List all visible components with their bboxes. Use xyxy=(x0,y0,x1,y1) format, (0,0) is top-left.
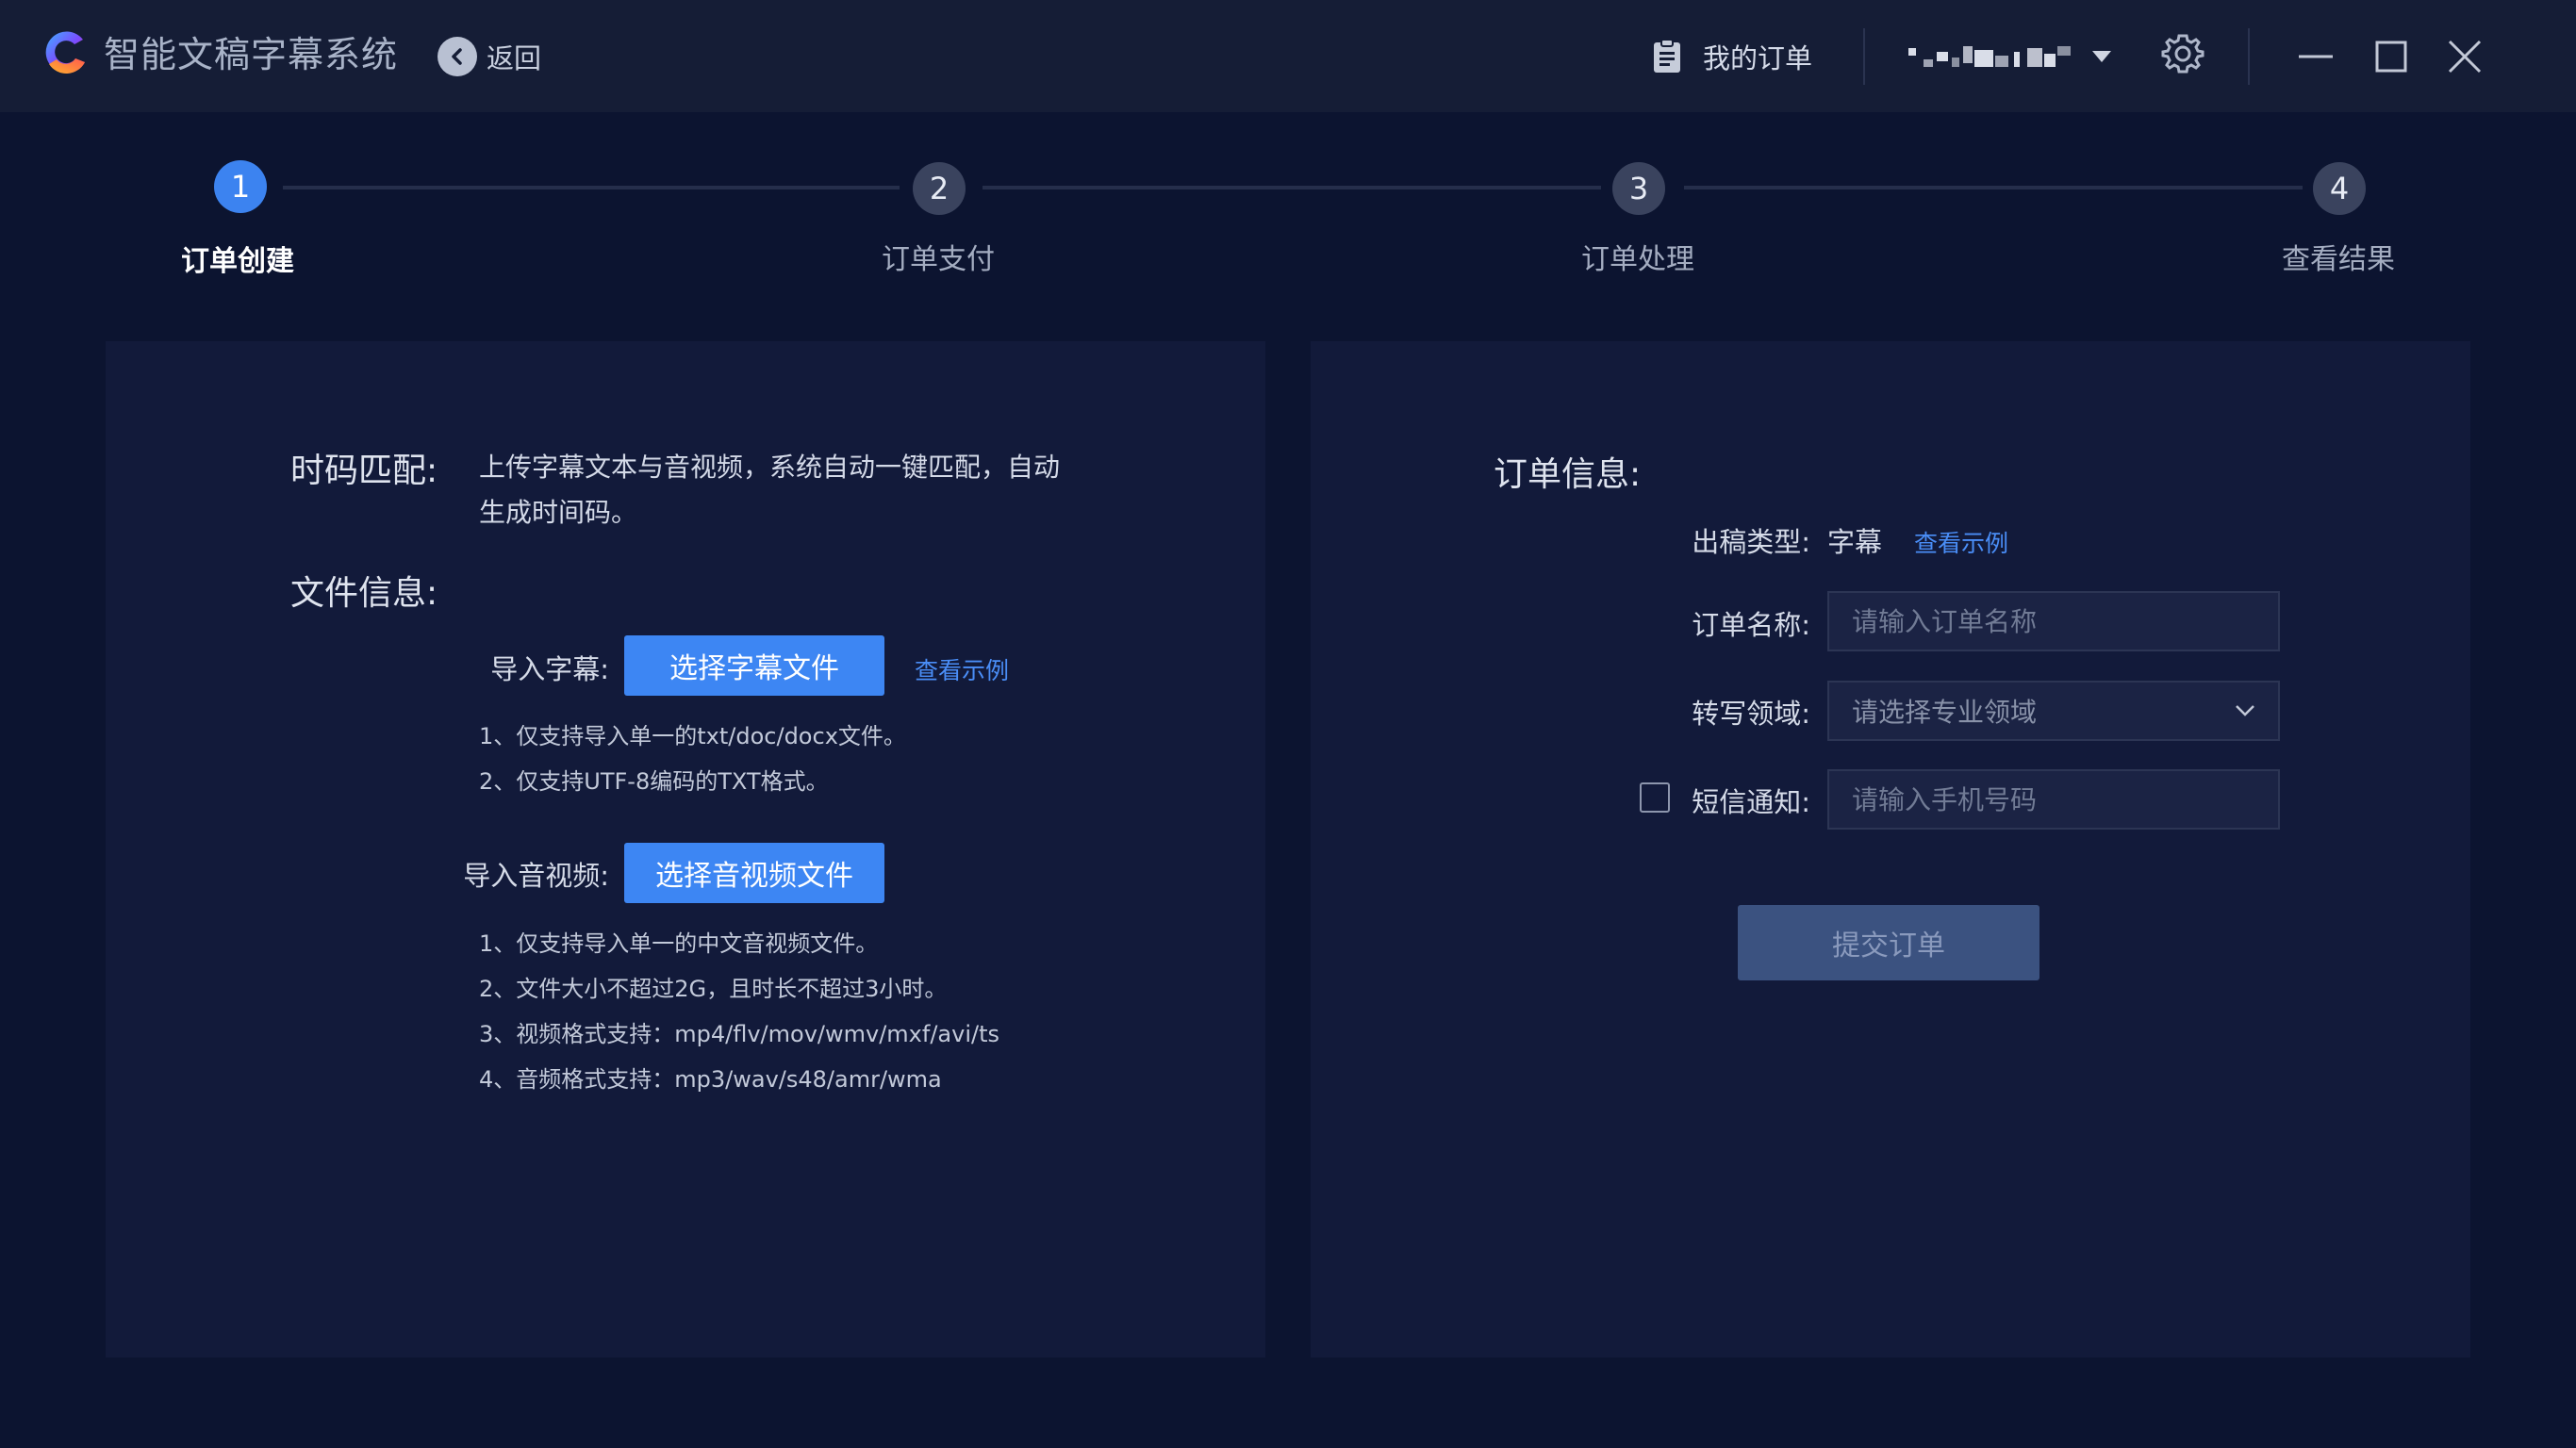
select-subtitle-file-button[interactable]: 选择字幕文件 xyxy=(624,635,884,696)
my-orders-button[interactable]: 我的订单 xyxy=(1652,34,1812,79)
step-2-label: 订单支付 xyxy=(882,243,995,276)
user-menu[interactable] xyxy=(1905,36,2112,77)
order-name-label: 订单名称: xyxy=(1692,609,1810,641)
step-4-label: 查看结果 xyxy=(2282,243,2395,276)
divider xyxy=(2248,28,2250,85)
order-name-input[interactable] xyxy=(1827,591,2280,651)
divider xyxy=(1863,28,1865,85)
back-label: 返回 xyxy=(487,42,542,74)
gear-icon[interactable] xyxy=(2161,32,2204,75)
app-logo-icon xyxy=(45,31,85,74)
subtitle-import-label: 导入字幕: xyxy=(490,653,609,685)
user-name-redacted xyxy=(1905,42,2084,71)
output-type-example-link[interactable]: 查看示例 xyxy=(1914,525,2008,559)
step-1-label: 订单创建 xyxy=(181,245,294,278)
domain-select-placeholder: 请选择专业领域 xyxy=(1852,697,2038,728)
phone-number-input[interactable] xyxy=(1827,769,2280,830)
my-orders-label: 我的订单 xyxy=(1703,42,1813,74)
media-note-2: 2、文件大小不超过2G，且时长不超过3小时。 xyxy=(479,976,948,1002)
submit-order-button[interactable]: 提交订单 xyxy=(1738,905,2039,980)
clipboard-icon xyxy=(1654,39,1680,73)
media-note-4: 4、音频格式支持：mp3/wav/s48/amr/wma xyxy=(479,1066,942,1093)
media-note-3: 3、视频格式支持：mp4/flv/mov/wmv/mxf/avi/ts xyxy=(479,1021,999,1047)
caret-down-icon xyxy=(2092,51,2111,62)
app-title: 智能文稿字幕系统 xyxy=(104,34,399,75)
step-connector xyxy=(983,186,1601,189)
step-4-number: 4 xyxy=(2313,162,2366,215)
step-2-number: 2 xyxy=(913,162,966,215)
sms-notify-label: 短信通知: xyxy=(1692,786,1810,818)
order-panel xyxy=(1311,341,2470,1358)
subtitle-note-2: 2、仅支持UTF-8编码的TXT格式。 xyxy=(479,768,829,795)
chevron-down-icon xyxy=(2236,705,2254,716)
maximize-icon[interactable] xyxy=(2367,32,2416,81)
step-3-label: 订单处理 xyxy=(1581,243,1694,276)
domain-select[interactable]: 请选择专业领域 xyxy=(1827,681,2280,741)
back-button[interactable]: 返回 xyxy=(438,36,541,77)
media-import-label: 导入音视频: xyxy=(463,860,609,892)
output-type-value: 字幕 xyxy=(1827,526,1883,558)
close-icon[interactable] xyxy=(2440,32,2489,81)
step-1-number: 1 xyxy=(214,160,267,213)
subtitle-note-1: 1、仅支持导入单一的txt/doc/docx文件。 xyxy=(479,723,906,749)
step-connector xyxy=(1684,186,2303,189)
timecode-title: 时码匹配: xyxy=(290,452,438,490)
step-connector xyxy=(283,186,900,189)
step-3-number: 3 xyxy=(1612,162,1665,215)
order-info-title: 订单信息: xyxy=(1494,455,1642,494)
domain-label: 转写领域: xyxy=(1692,698,1810,730)
chevron-left-icon xyxy=(438,37,477,76)
media-note-1: 1、仅支持导入单一的中文音视频文件。 xyxy=(479,930,879,957)
timecode-description-line2: 生成时间码。 xyxy=(479,497,638,528)
minimize-icon[interactable] xyxy=(2291,32,2340,81)
fileinfo-title: 文件信息: xyxy=(290,574,438,613)
title-bar: 智能文稿字幕系统 返回 我的订单 xyxy=(0,0,2576,112)
select-media-file-button[interactable]: 选择音视频文件 xyxy=(624,843,884,903)
output-type-label: 出稿类型: xyxy=(1692,526,1810,558)
timecode-description-line1: 上传字幕文本与音视频，系统自动一键匹配，自动 xyxy=(479,452,1061,483)
subtitle-example-link[interactable]: 查看示例 xyxy=(915,652,1009,686)
